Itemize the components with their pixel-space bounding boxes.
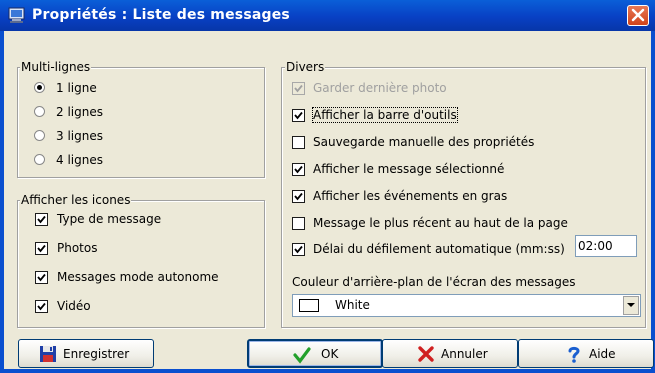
checkmark-icon xyxy=(294,245,303,254)
bg-color-label: Couleur d'arrière-plan de l'écran des me… xyxy=(292,275,576,289)
dropdown-arrow-button[interactable] xyxy=(623,296,639,315)
bg-color-select[interactable]: White xyxy=(292,294,641,317)
label-afficher-evenements-gras[interactable]: Afficher les événements en gras xyxy=(313,189,507,203)
checkmark-icon xyxy=(37,273,46,282)
checkbox-photos[interactable] xyxy=(35,242,48,255)
radio-1-ligne[interactable] xyxy=(34,82,45,93)
checkmark-icon xyxy=(37,244,46,253)
checkmark-icon xyxy=(37,302,46,311)
label-garder-derniere-photo: Garder dernière photo xyxy=(313,81,447,95)
radio-label-2-lignes[interactable]: 2 lignes xyxy=(56,105,103,119)
ok-button[interactable]: OK xyxy=(247,339,383,368)
label-afficher-barre-outils[interactable]: Afficher la barre d'outils xyxy=(312,107,458,123)
radio-label-3-lignes[interactable]: 3 lignes xyxy=(56,129,103,143)
label-message-plus-recent[interactable]: Message le plus récent au haut de la pag… xyxy=(313,216,568,230)
radio-4-lignes[interactable] xyxy=(34,154,45,165)
save-button[interactable]: Enregistrer xyxy=(18,339,154,368)
label-type-de-message[interactable]: Type de message xyxy=(57,212,161,226)
icons-legend: Afficher les icones xyxy=(20,193,132,207)
label-video[interactable]: Vidéo xyxy=(57,299,91,313)
red-x-icon xyxy=(418,346,434,362)
help-button[interactable]: Aide xyxy=(518,339,654,368)
cancel-button[interactable]: Annuler xyxy=(382,339,518,368)
checkbox-garder-derniere-photo xyxy=(292,82,305,95)
multilines-group xyxy=(17,67,265,178)
ok-button-label: OK xyxy=(321,347,339,361)
close-icon xyxy=(631,8,645,22)
window-frame-right xyxy=(651,31,655,373)
divers-legend: Divers xyxy=(285,60,326,74)
radio-2-lignes[interactable] xyxy=(34,106,45,117)
checkbox-afficher-barre-outils[interactable] xyxy=(292,109,305,122)
checkmark-icon xyxy=(294,165,303,174)
help-button-label: Aide xyxy=(589,347,616,361)
bg-color-value: White xyxy=(335,298,370,312)
checkmark-icon xyxy=(294,84,303,93)
window-title: Propriétés : Liste des messages xyxy=(32,7,290,23)
label-delai-defilement[interactable]: Délai du défilement automatique (mm:ss) xyxy=(313,242,565,256)
checkbox-afficher-message-selectionne[interactable] xyxy=(292,163,305,176)
checkbox-sauvegarde-manuelle[interactable] xyxy=(292,136,305,149)
checkbox-video[interactable] xyxy=(35,300,48,313)
checkbox-type-de-message[interactable] xyxy=(35,213,48,226)
checkbox-messages-mode-autonome[interactable] xyxy=(35,271,48,284)
checkbox-afficher-evenements-gras[interactable] xyxy=(292,190,305,203)
delay-input[interactable]: 02:00 xyxy=(575,235,637,257)
computer-icon xyxy=(8,7,25,23)
chevron-down-icon xyxy=(627,303,635,307)
radio-label-1-ligne[interactable]: 1 ligne xyxy=(56,81,97,95)
checkmark-icon xyxy=(37,215,46,224)
radio-3-lignes[interactable] xyxy=(34,130,45,141)
color-swatch xyxy=(299,299,319,312)
label-photos[interactable]: Photos xyxy=(57,241,97,255)
checkbox-message-plus-recent[interactable] xyxy=(292,217,305,230)
window-frame-bottom xyxy=(0,369,655,373)
checkmark-icon xyxy=(293,347,311,364)
radio-label-4-lignes[interactable]: 4 lignes xyxy=(56,153,103,167)
radio-selected-dot xyxy=(37,85,42,90)
multilines-legend: Multi-lignes xyxy=(20,60,92,74)
window-frame-left xyxy=(0,31,4,373)
help-question-icon xyxy=(568,346,580,363)
cancel-button-label: Annuler xyxy=(441,347,488,361)
label-sauvegarde-manuelle[interactable]: Sauvegarde manuelle des propriétés xyxy=(313,135,534,149)
title-bar[interactable]: Propriétés : Liste des messages xyxy=(0,0,655,31)
checkbox-delai-defilement[interactable] xyxy=(292,243,305,256)
label-afficher-message-selectionne[interactable]: Afficher le message sélectionné xyxy=(313,162,504,176)
floppy-disk-icon xyxy=(40,346,56,362)
close-button[interactable] xyxy=(627,5,649,26)
checkmark-icon xyxy=(294,192,303,201)
checkmark-icon xyxy=(294,111,303,120)
label-messages-mode-autonome[interactable]: Messages mode autonome xyxy=(57,270,219,284)
save-button-label: Enregistrer xyxy=(63,347,130,361)
